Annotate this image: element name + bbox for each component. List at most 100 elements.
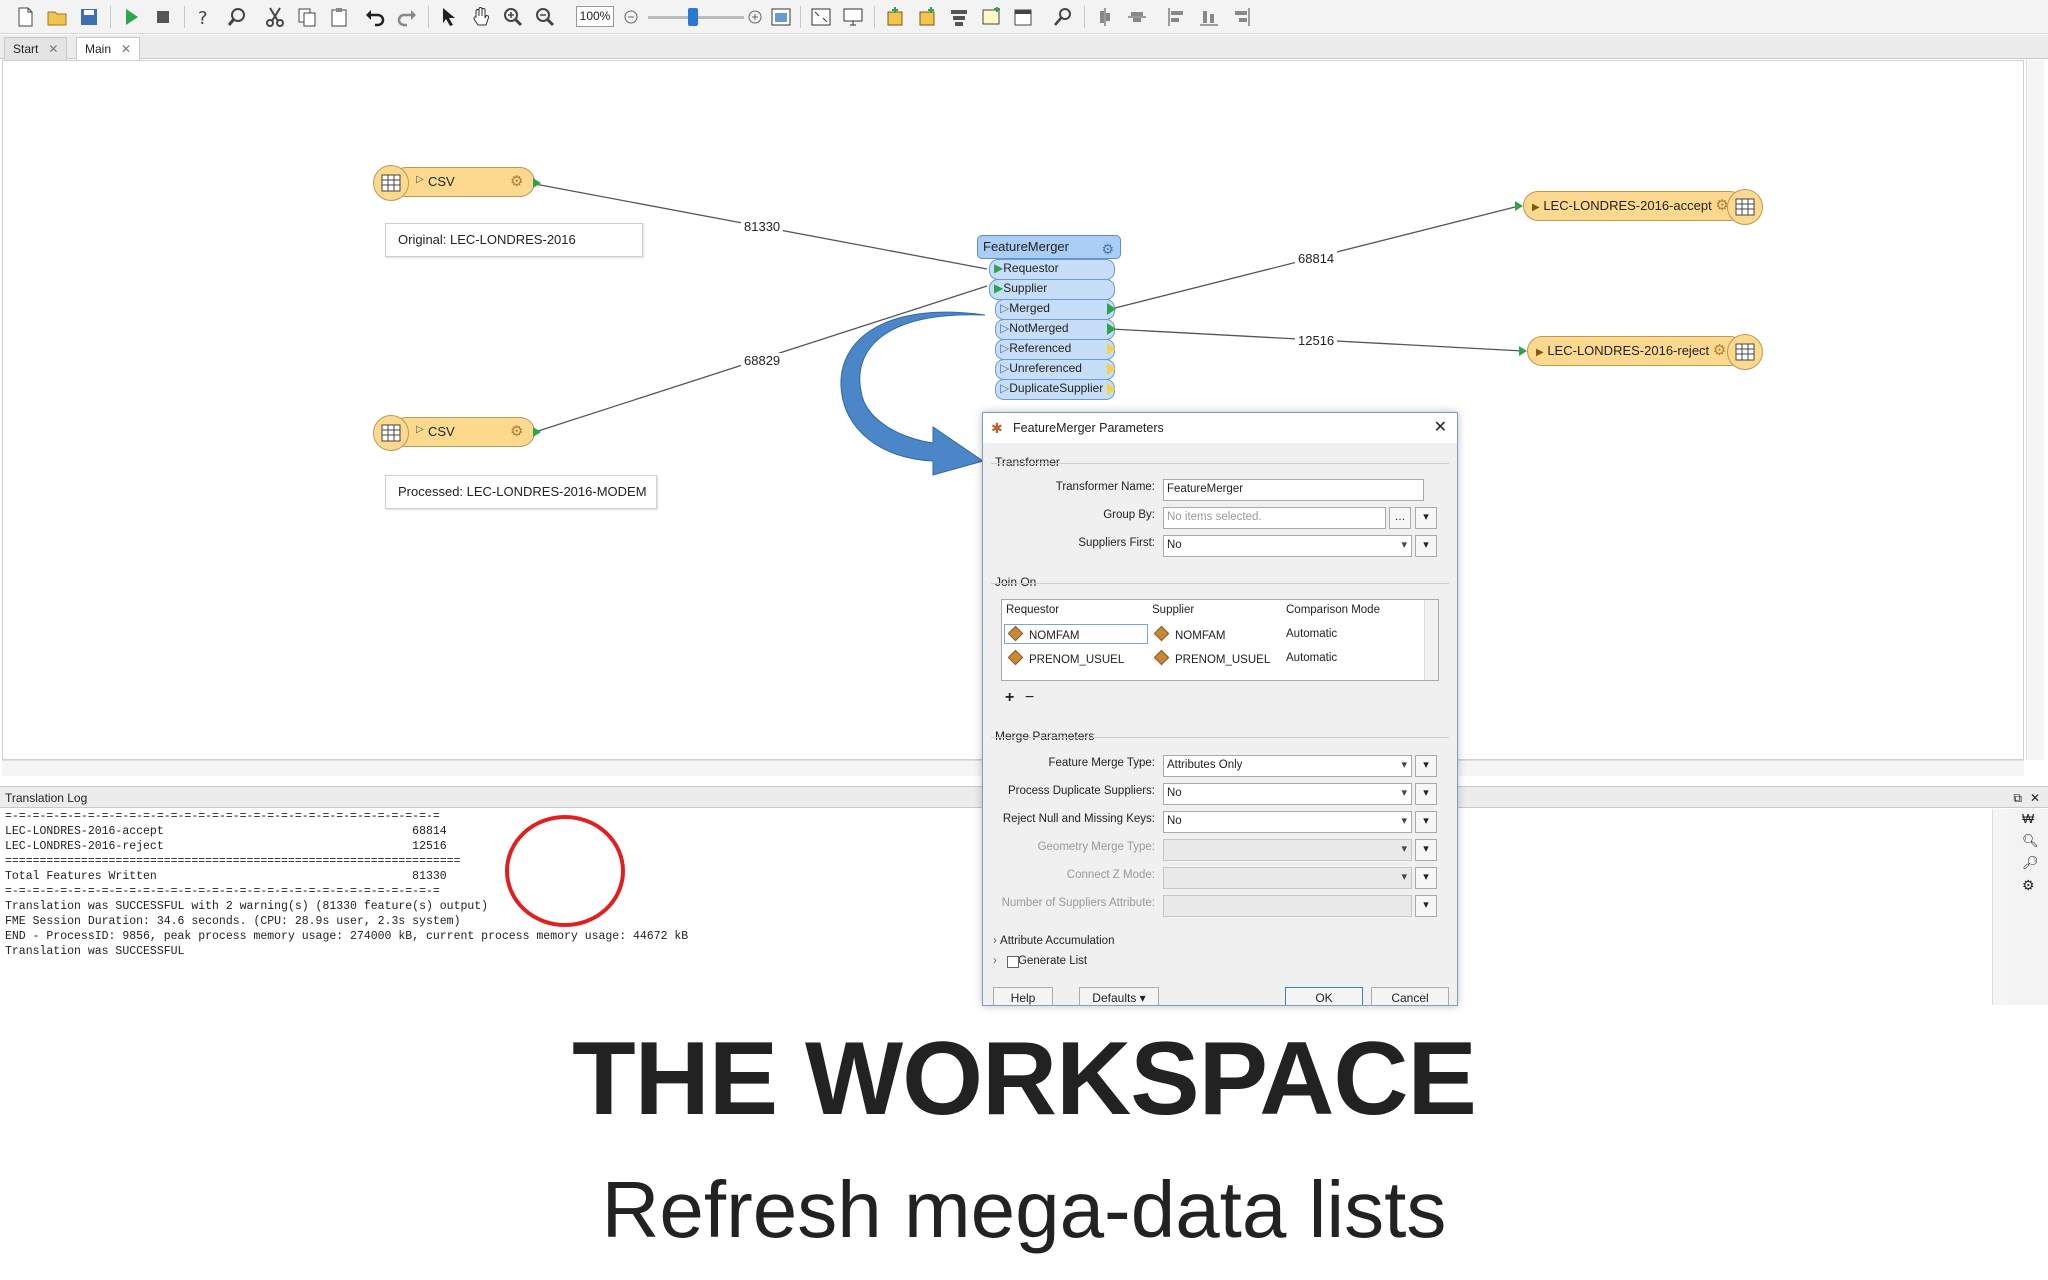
align-left-icon[interactable] [1164,4,1190,30]
reader-csv-processed[interactable]: ▷ CSV ⚙ [391,417,535,447]
cut-icon[interactable] [262,4,288,30]
close-icon[interactable]: ✕ [48,42,58,56]
annotation-original[interactable]: Original: LEC-LONDRES-2016 [385,223,643,257]
defaults-button[interactable]: Defaults ▾ [1079,987,1159,1005]
port-merged[interactable]: ▷Merged [995,299,1115,320]
copy-icon[interactable] [294,4,320,30]
zoom-slider[interactable] [648,8,744,26]
suppliers-first-menu-button[interactable]: ▾ [1415,535,1437,557]
number-of-suppliers-menu-button[interactable]: ▾ [1415,895,1437,917]
align-vertical-icon[interactable] [1092,4,1118,30]
zoom-out-icon[interactable] [532,4,558,30]
cancel-button[interactable]: Cancel [1371,987,1449,1005]
close-icon[interactable]: ✕ [121,42,131,56]
align-bottom-icon[interactable] [1228,4,1254,30]
tab-start[interactable]: Start ✕ [4,37,68,60]
zoom-minus-icon[interactable] [618,4,644,30]
zoom-in-icon[interactable] [500,4,526,30]
paste-icon[interactable] [326,4,352,30]
annotation-icon[interactable] [978,4,1004,30]
process-duplicate-suppliers-select[interactable]: No [1163,783,1412,805]
generate-list-section[interactable]: › Generate List [993,955,1087,968]
group-by-browse-button[interactable]: … [1389,507,1411,529]
feature-types-icon[interactable] [946,4,972,30]
output-port-icon[interactable] [533,178,541,188]
gear-icon[interactable]: ⚙ [1713,342,1726,359]
output-port-icon[interactable] [1107,383,1116,395]
save-icon[interactable] [76,4,102,30]
input-port-icon[interactable] [1515,201,1523,211]
join-table-scrollbar[interactable] [1424,600,1438,680]
reject-null-keys-select[interactable]: No [1163,811,1412,833]
input-port-icon[interactable] [1519,346,1527,356]
add-reader-icon[interactable] [882,4,908,30]
inspect-icon[interactable] [1050,4,1076,30]
bookmark-icon[interactable] [1010,4,1036,30]
zoom-plus-icon[interactable] [742,4,768,30]
connect-z-menu-button[interactable]: ▾ [1415,867,1437,889]
group-by-field[interactable]: No items selected. [1163,507,1386,529]
close-icon[interactable]: ✕ [2030,787,2040,809]
tab-main[interactable]: Main ✕ [76,37,141,60]
output-port-icon[interactable] [533,427,541,437]
geometry-merge-menu-button[interactable]: ▾ [1415,839,1437,861]
wrap-icon[interactable]: ₩ [2022,811,2034,826]
output-port-icon[interactable] [1107,343,1116,355]
pan-hand-icon[interactable] [468,4,494,30]
select-pointer-icon[interactable] [436,4,462,30]
annotation-processed[interactable]: Processed: LEC-LONDRES-2016-MODEM [385,475,657,509]
zoom-slider-thumb[interactable] [688,8,698,26]
port-requestor[interactable]: ▶Requestor [989,259,1115,280]
expand-arrow-icon[interactable]: ▶ [1532,202,1540,213]
restore-icon[interactable]: ⧉ [2013,787,2022,809]
align-horizontal-icon[interactable] [1124,4,1150,30]
redo-icon[interactable] [394,4,420,30]
find-icon[interactable] [224,4,250,30]
output-port-icon[interactable] [1107,303,1116,315]
port-notmerged[interactable]: ▷NotMerged [995,319,1115,340]
writer-accept[interactable]: ▶ LEC-LONDRES-2016-accept ⚙ [1523,191,1745,221]
reject-null-menu-button[interactable]: ▾ [1415,811,1437,833]
gear-icon[interactable]: ⚙ [2022,877,2035,894]
filter-log-icon[interactable]: 🔎︎ [2022,855,2039,871]
log-scrollbar[interactable] [1992,809,2008,1005]
add-writer-icon[interactable] [914,4,940,30]
help-icon[interactable]: ? [192,4,218,30]
help-button[interactable]: Help [993,987,1053,1005]
port-referenced[interactable]: ▷Referenced [995,339,1115,360]
close-icon[interactable]: ✕ [1434,413,1447,443]
zoom-level-field[interactable]: 100% [576,6,614,27]
canvas-vertical-scrollbar[interactable] [2026,60,2044,760]
attribute-accumulation-section[interactable]: › Attribute Accumulation [993,935,1114,947]
feature-merge-type-menu-button[interactable]: ▾ [1415,755,1437,777]
output-port-icon[interactable] [1107,363,1116,375]
gear-icon[interactable]: ⚙ [510,422,523,440]
remove-row-icon[interactable]: − [1025,689,1034,707]
add-row-icon[interactable]: + [1005,689,1014,707]
gear-icon[interactable]: ⚙ [510,172,523,190]
open-folder-icon[interactable] [44,4,70,30]
process-duplicate-menu-button[interactable]: ▾ [1415,783,1437,805]
monitor-icon[interactable] [840,4,866,30]
gear-icon[interactable]: ⚙ [1101,238,1114,260]
expand-arrow-icon[interactable]: ▷ [416,174,424,185]
fullscreen-icon[interactable] [808,4,834,30]
port-duplicatesupplier[interactable]: ▷DuplicateSupplier [995,379,1115,400]
writer-reject[interactable]: ▶ LEC-LONDRES-2016-reject ⚙ [1527,336,1745,366]
search-log-icon[interactable]: 🔍︎ [2022,833,2039,849]
transformer-name-field[interactable]: FeatureMerger [1163,479,1424,501]
stop-icon[interactable] [150,4,176,30]
align-center-icon[interactable] [1196,4,1222,30]
zoom-fit-icon[interactable] [768,4,794,30]
output-port-icon[interactable] [1107,323,1116,335]
port-unreferenced[interactable]: ▷Unreferenced [995,359,1115,380]
join-on-table[interactable]: Requestor Supplier Comparison Mode NOMFA… [1001,599,1439,681]
ok-button[interactable]: OK [1285,987,1363,1005]
run-icon[interactable] [118,4,144,30]
expand-arrow-icon[interactable]: ▷ [416,424,424,435]
new-file-icon[interactable] [12,4,38,30]
suppliers-first-select[interactable]: No [1163,535,1412,557]
generate-list-checkbox[interactable] [1007,956,1019,968]
port-supplier[interactable]: ▶Supplier [989,279,1115,300]
group-by-menu-button[interactable]: ▾ [1415,507,1437,529]
